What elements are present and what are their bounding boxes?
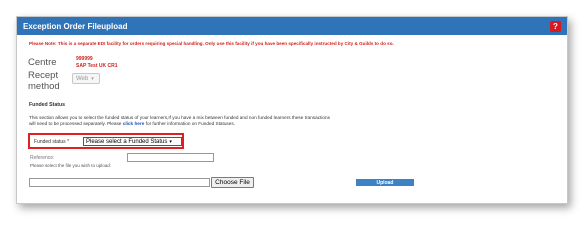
chevron-down-icon: ▾: [91, 75, 94, 82]
special-handling-note: Please Note: This is a separate EDI faci…: [29, 41, 394, 46]
centre-label: Centre: [28, 57, 57, 68]
reference-input[interactable]: [127, 153, 214, 162]
centre-name: SAP Test UK CR1: [76, 62, 118, 69]
receipt-label-line2: method: [28, 80, 60, 92]
funded-status-heading: Funded Status: [29, 102, 66, 108]
description-suffix: for further information on Funded Status…: [144, 121, 236, 126]
receipt-label-line1: Recept: [28, 70, 59, 81]
funded-status-select[interactable]: Please select a Funded Status ▾: [83, 137, 182, 146]
choose-file-button[interactable]: Choose File: [211, 177, 254, 188]
description-prefix: will need to be processed separately. Pl…: [29, 121, 123, 126]
centre-values: 999999 SAP Test UK CR1: [76, 56, 118, 69]
exception-order-panel: Exception Order Fileupload ? Please Note…: [16, 16, 568, 204]
funded-status-label: Funded status *: [34, 139, 70, 145]
funded-status-description: This section allows you to select the fu…: [29, 115, 330, 127]
question-icon[interactable]: ?: [550, 20, 561, 32]
click-here-link[interactable]: click here: [123, 121, 145, 126]
description-line2: will need to be processed separately. Pl…: [29, 121, 330, 127]
reference-label: Reference:: [30, 155, 55, 161]
funded-status-highlight: Funded status * Please select a Funded S…: [28, 133, 184, 149]
funded-status-value: Please select a Funded Status: [86, 138, 168, 145]
upload-button[interactable]: Upload: [356, 179, 414, 186]
receipt-method-value: Web: [76, 75, 89, 82]
receipt-method-select[interactable]: Web ▾: [72, 73, 100, 84]
receipt-method-label: Recept method: [28, 70, 60, 92]
file-path-input[interactable]: [29, 178, 210, 187]
select-file-label: Please select the file you wish to uploa…: [30, 163, 112, 168]
panel-header: Exception Order Fileupload ?: [17, 17, 567, 35]
panel-title: Exception Order Fileupload: [23, 21, 128, 31]
chevron-down-icon: ▾: [169, 138, 172, 145]
